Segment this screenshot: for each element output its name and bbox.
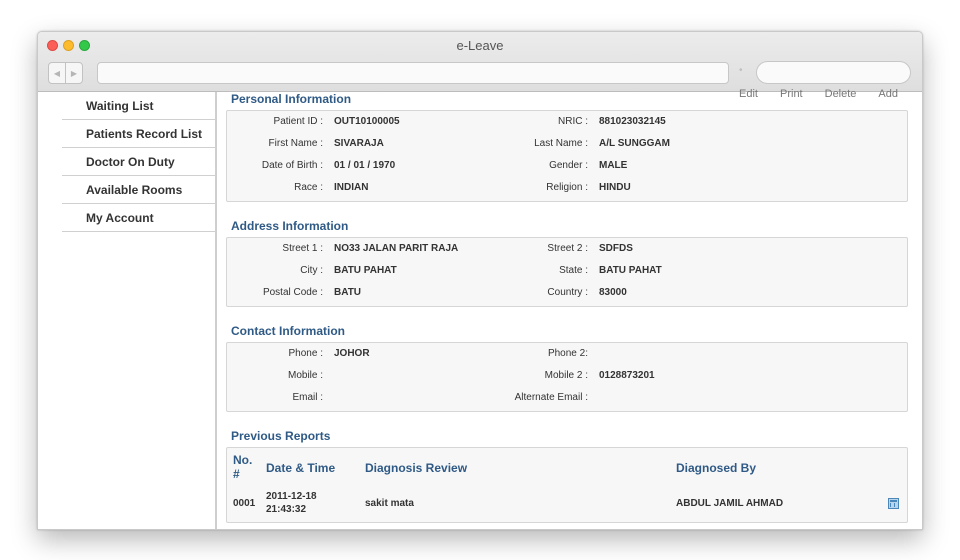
- search-field[interactable]: [756, 61, 911, 84]
- history-navigation: ◀ ▶: [48, 62, 83, 84]
- mobile2-label: Mobile 2 :: [544, 370, 588, 381]
- contact-info-panel: Phone : JOHOR Phone 2: Mobile : Mobile 2…: [226, 342, 908, 412]
- race-label: Race :: [294, 182, 323, 193]
- title-bar: e-Leave ◀ ▶ •: [38, 32, 922, 92]
- info-row: Mobile : Mobile 2 : 0128873201: [227, 370, 907, 386]
- city-value: BATU PAHAT: [334, 265, 397, 276]
- sidebar-item-patients-record-list[interactable]: Patients Record List: [62, 120, 216, 148]
- view-report-icon[interactable]: [888, 498, 899, 509]
- personal-info-panel: Patient ID : OUT10100005 NRIC : 88102303…: [226, 110, 908, 202]
- info-row: Race : INDIAN Religion : HINDU: [227, 182, 907, 198]
- phone-value: JOHOR: [334, 348, 370, 359]
- first-name-value: SIVARAJA: [334, 138, 384, 149]
- info-row: Postal Code : BATU Country : 83000: [227, 287, 907, 303]
- first-name-label: First Name :: [268, 138, 323, 149]
- religion-value: HINDU: [599, 182, 631, 193]
- personal-info-title: Personal Information: [231, 92, 352, 106]
- sidebar-item-available-rooms[interactable]: Available Rooms: [62, 176, 216, 204]
- nric-value: 881023032145: [599, 116, 666, 127]
- add-link[interactable]: Add: [878, 88, 898, 100]
- postal-code-label: Postal Code :: [262, 287, 323, 298]
- info-row: Date of Birth : 01 / 01 / 1970 Gender : …: [227, 160, 907, 176]
- gender-label: Gender :: [549, 160, 588, 171]
- street2-label: Street 2 :: [547, 243, 588, 254]
- phone-label: Phone :: [288, 348, 323, 359]
- info-row: Patient ID : OUT10100005 NRIC : 88102303…: [227, 116, 907, 132]
- report-diagnosis-cell: sakit mata: [365, 498, 414, 509]
- sidebar-item-doctor-on-duty[interactable]: Doctor On Duty: [62, 148, 216, 176]
- postal-code-value: BATU: [334, 287, 362, 298]
- report-diagnosed-by-cell: ABDUL JAMIL AHMAD: [676, 498, 784, 509]
- column-header-no: No. #: [233, 453, 253, 481]
- patient-id-value: OUT10100005: [334, 116, 400, 127]
- patient-id-label: Patient ID :: [273, 116, 323, 127]
- mobile2-value: 0128873201: [599, 370, 655, 381]
- phone2-label: Phone 2:: [547, 348, 588, 359]
- sidebar-item-waiting-list[interactable]: Waiting List: [62, 92, 216, 120]
- sidebar-item-my-account[interactable]: My Account: [62, 204, 216, 232]
- report-time-cell: 21:43:32: [266, 504, 307, 515]
- mobile-label: Mobile :: [287, 370, 323, 381]
- delete-link[interactable]: Delete: [825, 88, 857, 100]
- info-row: Email : Alternate Email :: [227, 392, 907, 408]
- nric-label: NRIC :: [558, 116, 588, 127]
- back-arrow-icon[interactable]: ◀: [49, 63, 66, 83]
- state-label: State :: [559, 265, 588, 276]
- last-name-value: A/L SUNGGAM: [599, 138, 670, 149]
- sidebar-divider: [215, 92, 217, 529]
- dob-value: 01 / 01 / 1970: [334, 160, 396, 171]
- column-header-diagnosis-review: Diagnosis Review: [365, 461, 468, 475]
- city-label: City :: [300, 265, 323, 276]
- religion-label: Religion :: [546, 182, 588, 193]
- alternate-email-label: Alternate Email :: [514, 392, 588, 403]
- column-header-diagnosed-by: Diagnosed By: [676, 461, 757, 475]
- street2-value: SDFDS: [599, 243, 633, 254]
- sidebar-menu: Waiting List Patients Record List Doctor…: [62, 92, 216, 232]
- window-title: e-Leave: [456, 38, 504, 53]
- previous-reports-title: Previous Reports: [231, 429, 331, 443]
- state-value: BATU PAHAT: [599, 265, 662, 276]
- street1-label: Street 1 :: [282, 243, 323, 254]
- record-actions: Edit Print Delete Add: [717, 88, 898, 100]
- contact-info-title: Contact Information: [231, 324, 345, 338]
- country-label: Country :: [547, 287, 588, 298]
- address-bar[interactable]: [97, 62, 729, 84]
- last-name-label: Last Name :: [534, 138, 588, 149]
- info-row: City : BATU PAHAT State : BATU PAHAT: [227, 265, 907, 281]
- address-info-panel: Street 1 : NO33 JALAN PARIT RAJA Street …: [226, 237, 908, 307]
- race-value: INDIAN: [334, 182, 369, 193]
- email-label: Email :: [292, 392, 323, 403]
- forward-arrow-icon[interactable]: ▶: [66, 63, 82, 83]
- dob-label: Date of Birth :: [261, 160, 323, 171]
- print-link[interactable]: Print: [780, 88, 803, 100]
- info-row: First Name : SIVARAJA Last Name : A/L SU…: [227, 138, 907, 154]
- info-row: Street 1 : NO33 JALAN PARIT RAJA Street …: [227, 243, 907, 259]
- info-row: Phone : JOHOR Phone 2:: [227, 348, 907, 364]
- browser-window: e-Leave ◀ ▶ • Waiting List Patients Reco…: [37, 31, 923, 530]
- street1-value: NO33 JALAN PARIT RAJA: [334, 243, 459, 254]
- report-date-cell: 2011-12-18: [266, 491, 317, 502]
- separator-dot-icon: •: [739, 65, 743, 76]
- edit-link[interactable]: Edit: [739, 88, 758, 100]
- country-value: 83000: [599, 287, 627, 298]
- column-header-date-time: Date & Time: [266, 461, 336, 475]
- gender-value: MALE: [599, 160, 628, 171]
- report-no-cell: 0001: [233, 498, 256, 509]
- address-info-title: Address Information: [231, 219, 349, 233]
- previous-reports-table: No. # Date & Time Diagnosis Review Diagn…: [226, 447, 908, 523]
